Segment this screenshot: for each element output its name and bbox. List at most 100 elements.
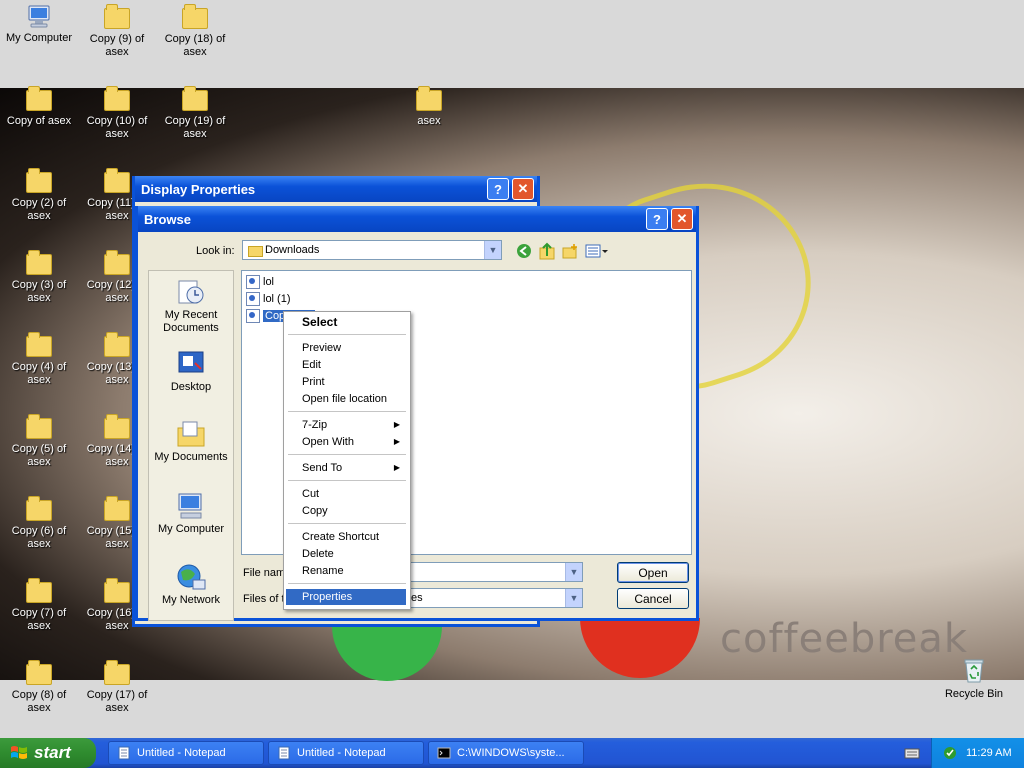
wallpaper-brand-text: coffeebreak <box>720 616 969 662</box>
desktop-icon-folder[interactable]: Copy (2) of asex <box>0 168 78 223</box>
menu-item-rename[interactable]: Rename <box>286 563 406 579</box>
menu-separator <box>288 454 406 455</box>
network-globe-icon <box>177 564 206 590</box>
menu-item-7zip[interactable]: 7-Zip ▶ <box>286 417 406 433</box>
menu-separator <box>288 480 406 481</box>
menu-item-cut[interactable]: Cut <box>286 486 406 502</box>
submenu-arrow-icon: ▶ <box>393 463 400 472</box>
back-arrow-icon[interactable] <box>516 243 532 259</box>
context-menu: Select Preview Edit Print Open file loca… <box>283 311 411 610</box>
desktop-icon-folder[interactable]: Copy (10) of asex <box>78 86 156 141</box>
system-tray: 11:29 AM <box>931 738 1024 768</box>
desktop-icon-folder[interactable]: Copy (18) of asex <box>156 4 234 59</box>
place-my-network[interactable]: My Network <box>149 562 233 606</box>
folder-icon <box>104 332 130 357</box>
folder-icon <box>104 4 130 29</box>
browse-titlebar[interactable]: Browse ? ✕ <box>138 206 696 232</box>
place-my-computer[interactable]: My Computer <box>149 491 233 535</box>
computer-icon <box>178 493 202 519</box>
window-title: Browse <box>144 211 191 227</box>
look-in-dropdown[interactable]: Downloads ▼ <box>242 240 502 260</box>
notepad-icon <box>278 746 290 760</box>
places-bar: My Recent Documents Desktop My Documents… <box>148 270 234 621</box>
desktop-icon-my-computer[interactable]: My Computer <box>0 4 78 45</box>
desktop-icon-folder[interactable]: Copy (6) of asex <box>0 496 78 551</box>
folder-icon <box>26 660 52 685</box>
wallpaper-green-shape <box>332 626 442 681</box>
folder-icon <box>26 578 52 603</box>
place-my-recent-documents[interactable]: My Recent Documents <box>149 277 233 335</box>
file-icon <box>246 309 260 323</box>
menu-item-print[interactable]: Print <box>286 374 406 390</box>
place-my-documents[interactable]: My Documents <box>149 419 233 463</box>
menu-item-edit[interactable]: Edit <box>286 357 406 373</box>
taskbar-item-notepad[interactable]: Untitled - Notepad <box>108 741 264 765</box>
menu-item-select[interactable]: Select <box>286 314 406 330</box>
menu-item-properties[interactable]: Properties <box>286 589 406 605</box>
menu-item-open-with[interactable]: Open With ▶ <box>286 434 406 450</box>
taskbar: start Untitled - Notepad Untitled - Note… <box>0 738 1024 768</box>
keyboard-icon[interactable] <box>904 746 920 760</box>
menu-item-create-shortcut[interactable]: Create Shortcut <box>286 529 406 545</box>
folder-icon <box>26 168 52 193</box>
desktop-icon-folder[interactable]: Copy (17) of asex <box>78 660 156 715</box>
start-button[interactable]: start <box>0 738 96 768</box>
chevron-down-icon[interactable]: ▼ <box>565 563 582 581</box>
folder-icon <box>26 86 52 111</box>
list-item[interactable]: lol <box>246 274 274 290</box>
clock[interactable]: 11:29 AM <box>966 747 1012 759</box>
desktop-icon-recycle-bin[interactable]: Recycle Bin <box>935 656 1013 701</box>
desktop-icon-folder[interactable]: Copy (3) of asex <box>0 250 78 305</box>
desktop-icon-folder[interactable]: Copy (7) of asex <box>0 578 78 633</box>
help-button[interactable]: ? <box>487 178 509 200</box>
folder-icon <box>104 496 130 521</box>
help-button[interactable]: ? <box>646 208 668 230</box>
wallpaper-red-shape <box>580 618 700 678</box>
place-desktop[interactable]: Desktop <box>149 349 233 393</box>
files-of-type-dropdown[interactable]: es ▼ <box>408 588 583 608</box>
menu-item-open-file-location[interactable]: Open file location <box>286 391 406 407</box>
view-menu-icon[interactable] <box>585 243 609 259</box>
menu-item-preview[interactable]: Preview <box>286 340 406 356</box>
folder-icon <box>26 414 52 439</box>
desktop-icon-folder[interactable]: Copy (4) of asex <box>0 332 78 387</box>
file-icon <box>246 292 260 306</box>
display-properties-titlebar[interactable]: Display Properties ? ✕ <box>135 176 537 202</box>
up-folder-icon[interactable] <box>539 242 555 260</box>
close-button[interactable]: ✕ <box>512 178 534 200</box>
folder-icon <box>26 332 52 357</box>
look-in-row: Look in: Downloads ▼ <box>138 240 696 264</box>
window-title: Display Properties <box>141 181 256 197</box>
desktop-icon-folder[interactable]: Copy (8) of asex <box>0 660 78 715</box>
menu-item-delete[interactable]: Delete <box>286 546 406 562</box>
file-name-input[interactable]: ▼ <box>408 562 583 582</box>
open-button[interactable]: Open <box>617 562 689 583</box>
close-button[interactable]: ✕ <box>671 208 693 230</box>
desktop-icon-folder[interactable]: Copy (19) of asex <box>156 86 234 141</box>
folder-icon <box>104 250 130 275</box>
chevron-down-icon[interactable]: ▼ <box>565 589 582 607</box>
menu-item-copy[interactable]: Copy <box>286 503 406 519</box>
menu-separator <box>288 411 406 412</box>
taskbar-item-command-prompt[interactable]: C:\WINDOWS\syste... <box>428 741 584 765</box>
list-item[interactable]: lol (1) <box>246 291 291 307</box>
taskbar-item-notepad[interactable]: Untitled - Notepad <box>268 741 424 765</box>
desktop-icon-folder[interactable]: asex <box>390 86 468 128</box>
browse-dialog: Browse ? ✕ Look in: Downloads ▼ My Recen… <box>135 206 699 621</box>
my-documents-icon <box>177 421 205 447</box>
desktop-icon-folder[interactable]: Copy (9) of asex <box>78 4 156 59</box>
cancel-button[interactable]: Cancel <box>617 588 689 609</box>
desktop-icon-folder[interactable]: Copy (5) of asex <box>0 414 78 469</box>
chevron-down-icon[interactable]: ▼ <box>484 241 501 259</box>
menu-item-send-to[interactable]: Send To ▶ <box>286 460 406 476</box>
recent-documents-icon <box>178 280 204 304</box>
windows-flag-icon <box>11 746 27 759</box>
folder-icon <box>104 414 130 439</box>
new-folder-icon[interactable] <box>562 243 578 259</box>
computer-icon <box>28 5 50 28</box>
submenu-arrow-icon: ▶ <box>393 437 400 446</box>
folder-icon <box>104 168 130 193</box>
network-tray-icon[interactable] <box>942 745 958 761</box>
desktop-icon-folder[interactable]: Copy of asex <box>0 86 78 128</box>
folder-icon <box>182 86 208 111</box>
